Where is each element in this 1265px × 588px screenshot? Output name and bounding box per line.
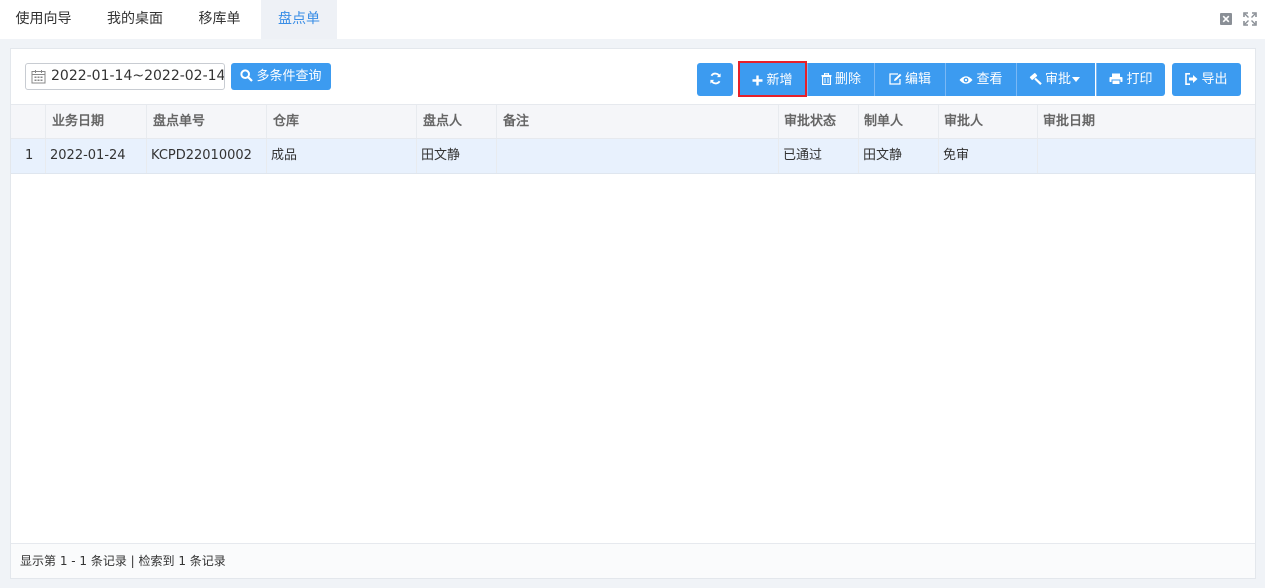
- delete-button-label: 删除: [834, 72, 861, 87]
- view-button[interactable]: 查看: [946, 63, 1016, 96]
- column-header[interactable]: 盘点人: [417, 105, 497, 138]
- printer-icon: [1109, 73, 1123, 85]
- refresh-icon: [709, 72, 721, 85]
- cell-approver: 免审: [939, 139, 1038, 173]
- search-icon: [240, 69, 254, 82]
- add-button-label: 新增: [766, 73, 793, 88]
- tab-transfer-order[interactable]: 移库单: [182, 0, 257, 39]
- export-button[interactable]: 导出: [1172, 63, 1241, 96]
- fullscreen-icon[interactable]: [1243, 12, 1257, 26]
- divider: [1016, 63, 1017, 96]
- plus-icon: [752, 75, 763, 86]
- cell-number: KCPD22010002: [147, 139, 267, 173]
- tab-my-desktop[interactable]: 我的桌面: [90, 0, 180, 39]
- column-header[interactable]: 制单人: [859, 105, 939, 138]
- gavel-icon: [1029, 73, 1042, 85]
- tab-stocktake-order[interactable]: 盘点单: [261, 0, 337, 39]
- column-header[interactable]: 审批状态: [779, 105, 859, 138]
- cell-approve-date: [1038, 139, 1255, 173]
- refresh-button[interactable]: [697, 63, 733, 96]
- chevron-down-icon: [1072, 77, 1080, 82]
- column-header[interactable]: 审批日期: [1038, 105, 1255, 138]
- table-header: 业务日期 盘点单号 仓库 盘点人 备注 审批状态 制单人 审批人 审批日期: [11, 104, 1255, 139]
- eye-icon: [959, 76, 973, 84]
- print-button-label: 打印: [1126, 72, 1153, 87]
- column-header[interactable]: 备注: [497, 105, 779, 138]
- row-number: 1: [11, 139, 46, 173]
- view-button-label: 查看: [976, 72, 1003, 87]
- export-button-label: 导出: [1201, 72, 1228, 87]
- window-controls: [1219, 12, 1257, 26]
- tab-guide[interactable]: 使用向导: [0, 0, 87, 39]
- column-header[interactable]: 盘点单号: [147, 105, 267, 138]
- print-button[interactable]: 打印: [1097, 63, 1165, 96]
- cell-status: 已通过: [779, 139, 859, 173]
- date-range-value: 2022-01-14~2022-02-14: [51, 68, 225, 84]
- close-tab-icon[interactable]: [1219, 12, 1233, 26]
- date-range-input[interactable]: 2022-01-14~2022-02-14: [25, 63, 225, 90]
- edit-icon: [889, 73, 902, 85]
- cell-warehouse: 成品: [267, 139, 417, 173]
- edit-button[interactable]: 编辑: [875, 63, 945, 96]
- divider: [874, 63, 875, 96]
- cell-date: 2022-01-24: [46, 139, 147, 173]
- table-row[interactable]: 1 2022-01-24 KCPD22010002 成品 田文静 已通过 田文静…: [11, 139, 1255, 174]
- column-header[interactable]: 审批人: [939, 105, 1038, 138]
- add-button[interactable]: 新增: [738, 61, 807, 97]
- divider: [807, 63, 808, 96]
- pagination-info: 显示第 1 - 1 条记录 | 检索到 1 条记录: [11, 543, 1255, 578]
- cell-remark: [497, 139, 779, 173]
- calendar-icon: [31, 70, 46, 84]
- multi-condition-search-button[interactable]: 多条件查询: [231, 63, 331, 90]
- search-button-label: 多条件查询: [256, 69, 322, 84]
- cell-creator: 田文静: [859, 139, 939, 173]
- delete-button[interactable]: 删除: [808, 63, 874, 96]
- approve-dropdown-button[interactable]: 审批: [1017, 63, 1095, 96]
- edit-button-label: 编辑: [904, 72, 931, 87]
- cell-counter: 田文静: [417, 139, 497, 173]
- divider: [1096, 63, 1097, 96]
- row-number-header: [11, 105, 46, 138]
- divider: [945, 63, 946, 96]
- approve-button-label: 审批: [1044, 72, 1071, 87]
- tab-bar: 使用向导 我的桌面 移库单 盘点单: [0, 0, 1265, 39]
- column-header[interactable]: 业务日期: [46, 105, 147, 138]
- column-header[interactable]: 仓库: [267, 105, 417, 138]
- export-icon: [1185, 73, 1198, 85]
- trash-icon: [821, 72, 832, 86]
- main-panel: 2022-01-14~2022-02-14 多条件查询 新增 删除 编辑 查看 …: [10, 48, 1256, 579]
